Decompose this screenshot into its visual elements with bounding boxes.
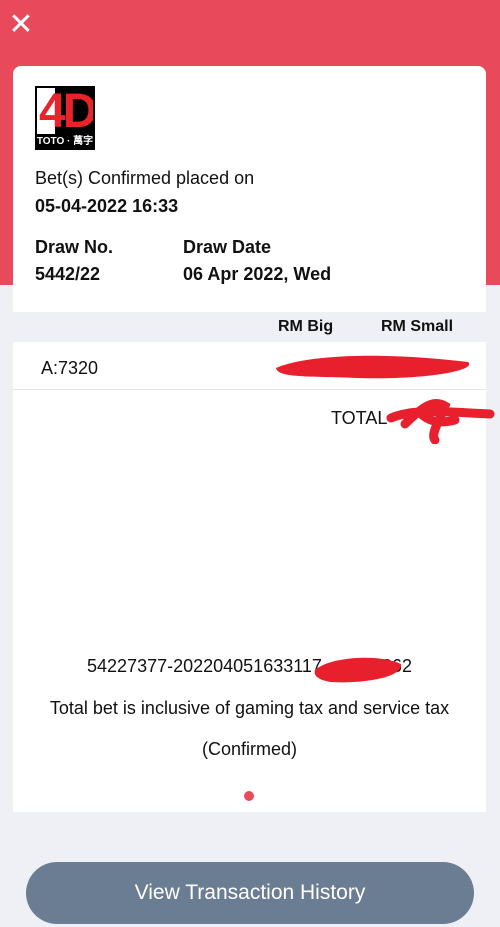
view-transaction-history-button[interactable]: View Transaction History: [26, 862, 474, 924]
column-rm-big: RM Big: [278, 318, 334, 335]
draw-date-value: 06 Apr 2022, Wed: [183, 264, 332, 284]
confirmed-label: Bet(s) Confirmed placed on: [35, 168, 255, 188]
bet-receipt-card: 4D TOTO · 萬字 Bet(s) Confirmed placed on …: [13, 66, 495, 812]
bet-number: A:7320: [41, 358, 99, 378]
reference-number: 54227377-202204051633117862: [87, 656, 412, 676]
toto-4d-logo: 4D TOTO · 萬字: [35, 86, 95, 150]
total-label: TOTAL: [331, 408, 388, 428]
redaction-scribble: [276, 355, 470, 379]
redaction-scribble: [314, 657, 402, 683]
draw-number-value: 5442/22: [35, 264, 101, 284]
confirmed-datetime: 05-04-2022 16:33: [35, 196, 179, 216]
draw-date-label: Draw Date: [183, 237, 272, 257]
draw-number-label: Draw No.: [35, 237, 114, 257]
bet-table-header: RM Big RM Small: [13, 312, 486, 342]
redaction-scribble: [386, 398, 495, 444]
column-rm-small: RM Small: [381, 318, 454, 335]
status-badge: (Confirmed): [201, 739, 298, 759]
tax-note: Total bet is inclusive of gaming tax and…: [49, 698, 450, 718]
page-indicator-dot[interactable]: [244, 791, 254, 801]
close-icon[interactable]: ✕: [6, 10, 36, 40]
logo-4d-text: 4D: [39, 86, 95, 134]
logo-toto-text: TOTO · 萬字: [35, 134, 95, 150]
footer-bar: View Transaction History: [0, 848, 500, 927]
table-row: A:7320: [13, 344, 486, 390]
